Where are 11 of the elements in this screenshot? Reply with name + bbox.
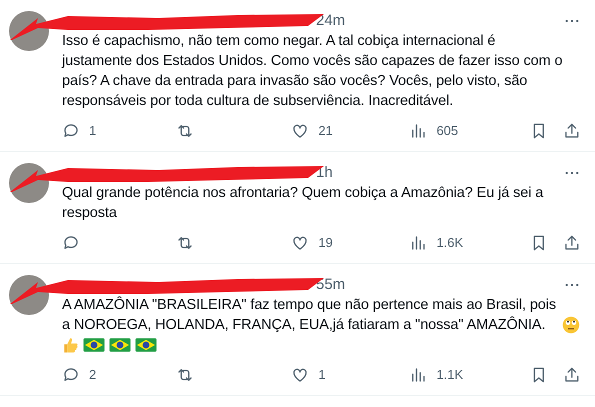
views-count: 1.6K xyxy=(436,234,464,252)
like-count: 19 xyxy=(318,234,333,252)
like-count: 1 xyxy=(318,366,326,384)
views-count: 605 xyxy=(436,122,458,140)
post-text: A AMAZÔNIA "BRASILEIRA" faz tempo que não pertence mais ao Brasil, pois a NOROEGA, HOLANDA, FRANÇA, EUA,já fatiaram a "nossa" AMAZÔNIA. xyxy=(62,295,558,335)
like-count: 21 xyxy=(318,122,333,140)
views-count: 1.1K xyxy=(436,366,464,384)
reply-count: 1 xyxy=(89,122,96,140)
post-text: Isso é capachismo, não tem como negar. A tal cobiça internacional é justamente dos Estados Unidos. Como vocês são capazes de fazer isso com o país? A chave da entrada para invasão são vocês? Vocês, pelo visto, são responsáveis por toda cultura de subserviência. Inacreditável. xyxy=(62,33,562,109)
post-text: Qual grande potência nos afrontaria? Quem cobiça a Amazônia? Eu já sei a resposta xyxy=(62,185,544,221)
reply-count: 2 xyxy=(89,366,96,384)
